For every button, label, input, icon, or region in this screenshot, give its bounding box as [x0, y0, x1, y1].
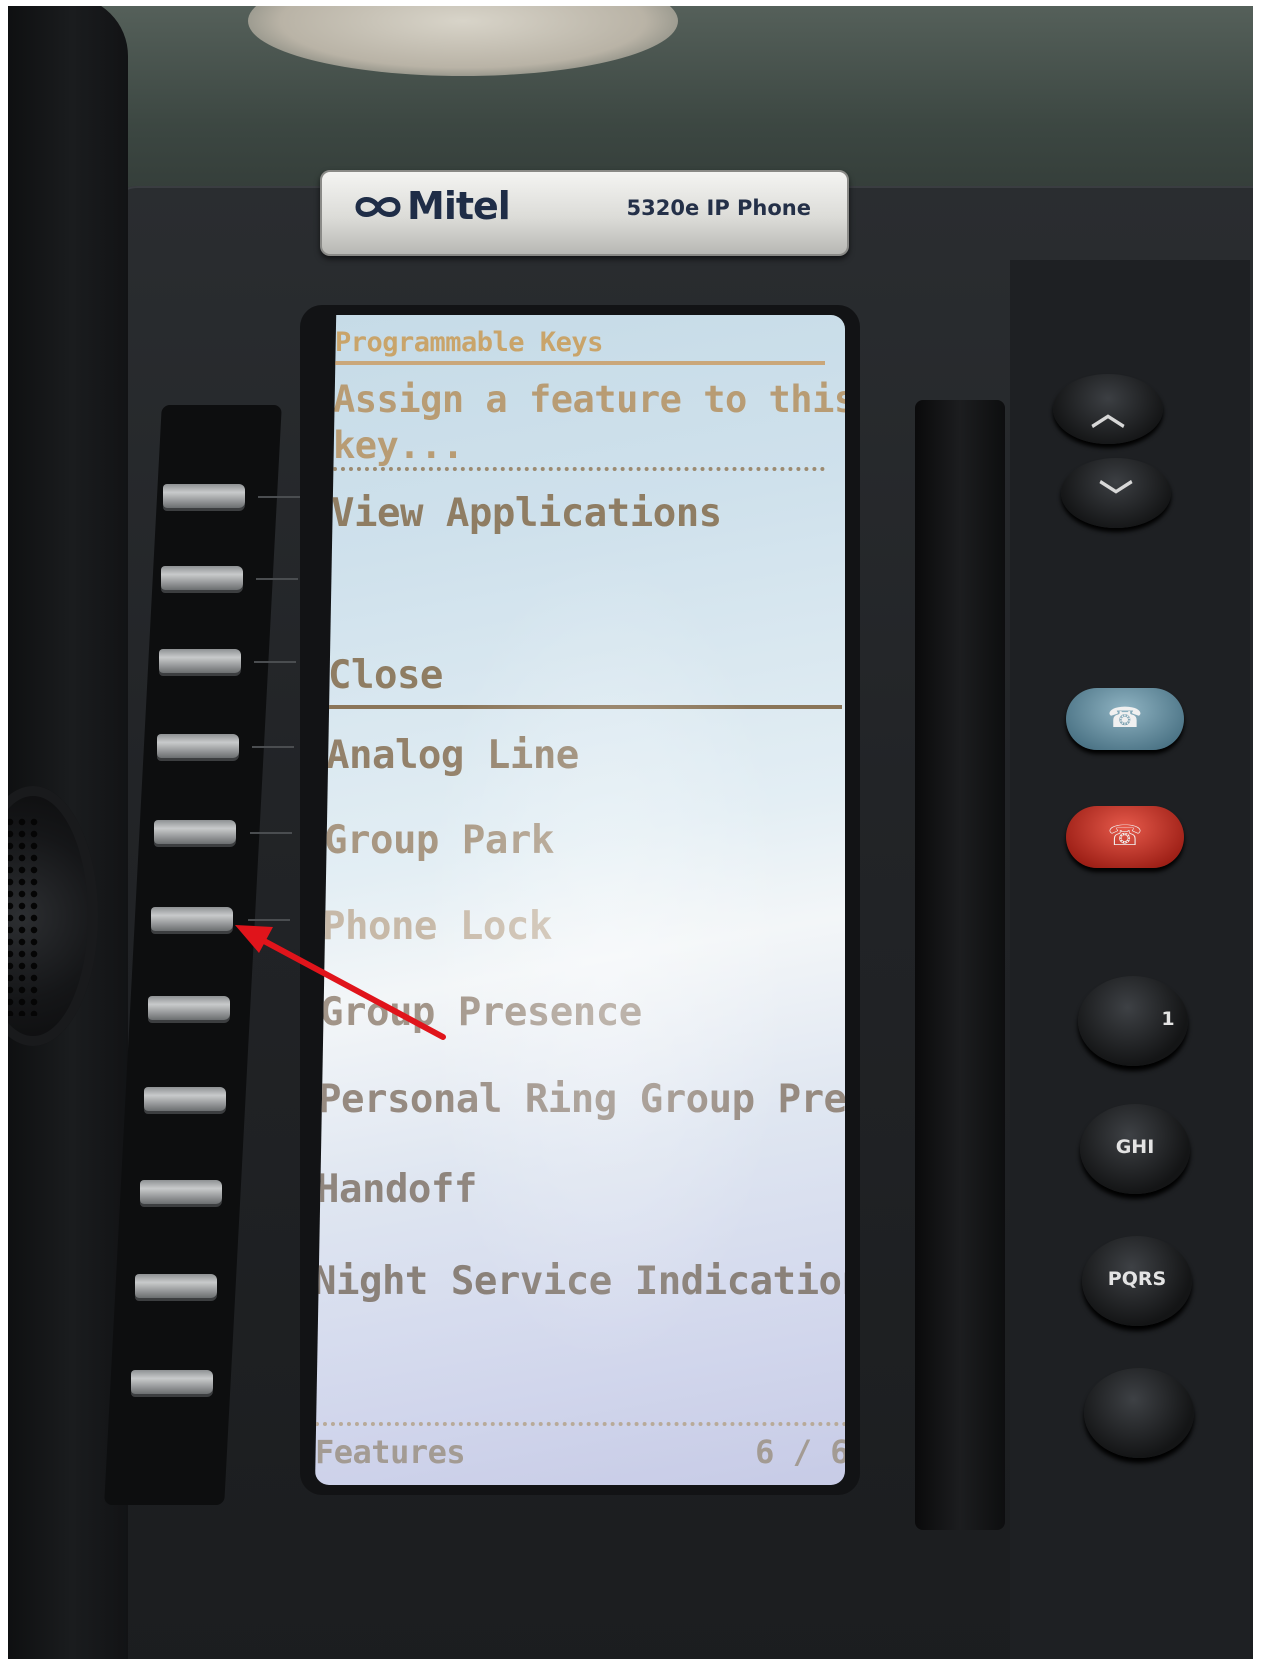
programmable-key-1[interactable]: [163, 484, 245, 508]
footer-dotted-divider: [315, 1422, 845, 1426]
key-divider-mark: [256, 578, 298, 580]
programmable-key-3[interactable]: [159, 649, 241, 673]
release-button[interactable]: ☏: [1066, 806, 1184, 868]
annotation-arrow-icon: [235, 925, 446, 1040]
page-indicator: 6 / 6: [755, 1433, 845, 1471]
display-header: Programmable Keys: [335, 327, 603, 358]
feature-item[interactable]: Analog Line: [326, 733, 579, 778]
hang-up-icon: ☏: [1107, 819, 1143, 852]
phone-directory-icon: ☎: [1107, 701, 1143, 734]
programmable-key-7[interactable]: [148, 996, 230, 1020]
footer-label: Features: [315, 1433, 466, 1471]
programmable-key-4[interactable]: [157, 734, 239, 758]
actions-divider: [327, 705, 842, 709]
programmable-key-6[interactable]: [151, 907, 233, 931]
chevron-down-icon: ﹀: [1099, 478, 1133, 518]
feature-item[interactable]: Personal Ring Group Prese: [318, 1077, 845, 1122]
mitel-logo-icon: [355, 197, 401, 217]
nav-down-button[interactable]: ﹀: [1061, 458, 1171, 528]
lcd-display: Programmable Keys Assign a feature to th…: [315, 315, 845, 1485]
nav-up-button[interactable]: ︿: [1053, 374, 1163, 444]
action-close[interactable]: Close: [328, 653, 443, 698]
dial-key-label: 1: [1161, 1008, 1175, 1030]
prompt-line-2: key...: [333, 424, 464, 467]
programmable-key-9[interactable]: [140, 1180, 222, 1204]
dial-key[interactable]: [1084, 1368, 1194, 1458]
programmable-key-5[interactable]: [154, 820, 236, 844]
brand-plate: Mitel 5320e IP Phone: [320, 170, 849, 256]
dial-key-label: PQRS: [1107, 1268, 1167, 1290]
action-view-applications[interactable]: View Applications: [331, 491, 722, 536]
feature-item[interactable]: Night Service Indication: [315, 1259, 845, 1304]
prompt-dotted-divider: [333, 467, 825, 471]
dial-key-label: GHI: [1115, 1136, 1155, 1158]
directory-button[interactable]: ☎: [1066, 688, 1184, 750]
programmable-key-8[interactable]: [144, 1087, 226, 1111]
programmable-key-2[interactable]: [161, 566, 243, 590]
prompt-line-1: Assign a feature to this: [333, 378, 845, 421]
feature-item[interactable]: Handoff: [316, 1167, 477, 1212]
dial-key-ghi[interactable]: GHI: [1080, 1104, 1190, 1194]
key-divider-mark: [252, 746, 294, 748]
header-divider: [333, 361, 825, 365]
programmable-key-10[interactable]: [135, 1274, 217, 1298]
model-name: 5320e IP Phone: [626, 196, 811, 220]
chevron-up-icon: ︿: [1091, 394, 1125, 434]
display-prompt: Assign a feature to this key...: [333, 377, 845, 469]
right-key-strip: [915, 400, 1005, 1530]
key-divider-mark: [258, 496, 300, 498]
dial-key-pqrs[interactable]: PQRS: [1082, 1236, 1192, 1326]
feature-item[interactable]: Group Park: [324, 818, 554, 863]
brand-logo-text: Mitel: [407, 184, 511, 228]
phone-photo: Mitel 5320e IP Phone Programmable Keys A…: [8, 6, 1253, 1659]
programmable-key-11[interactable]: [131, 1370, 213, 1394]
dial-key-1[interactable]: 1: [1078, 976, 1188, 1066]
key-divider-mark: [250, 832, 292, 834]
key-divider-mark: [254, 661, 296, 663]
